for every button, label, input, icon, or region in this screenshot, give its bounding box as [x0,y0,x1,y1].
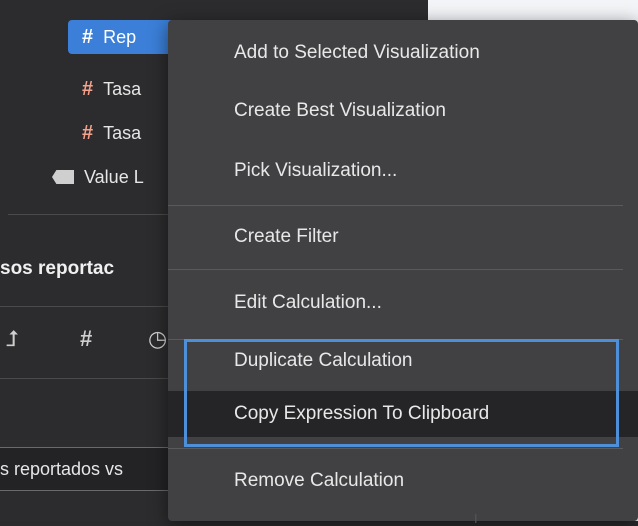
calc-hash-icon: # [82,121,94,144]
menu-item-duplicate-calculation[interactable]: Duplicate Calculation [168,338,638,384]
field-label: Rep [103,26,137,47]
number-icon[interactable]: # [80,326,92,352]
clock-icon[interactable]: ◷ [148,326,167,352]
field-label: Tasa [103,78,142,99]
field-item[interactable]: Value L [52,160,144,194]
menu-separator [168,205,623,206]
menu-item-copy-expression-to-clipboard[interactable]: Copy Expression To Clipboard [168,391,638,437]
expression-text: s reportados vs [0,458,124,479]
pivot-icon[interactable]: ⮥ [6,326,19,352]
menu-item-add-to-selected-visualization[interactable]: Add to Selected Visualization [168,30,638,76]
menu-item-create-filter[interactable]: Create Filter [168,214,638,260]
text-cursor-icon: Ⅰ [474,512,478,526]
tag-icon [52,170,74,184]
menu-item-pick-visualization[interactable]: Pick Visualization... [168,148,638,194]
section-title: sos reportac [0,258,115,279]
field-item[interactable]: # Tasa [82,72,141,106]
calc-hash-icon: # [82,77,94,100]
menu-item-remove-calculation[interactable]: Remove Calculation [168,458,638,504]
menu-separator [168,269,623,270]
hash-icon: # [82,25,94,48]
field-label: Tasa [103,122,142,143]
menu-item-create-best-visualization[interactable]: Create Best Visualization [168,88,638,134]
menu-separator [168,448,623,449]
menu-item-edit-calculation[interactable]: Edit Calculation... [168,280,638,326]
context-menu: Add to Selected Visualization Create Bes… [168,20,638,521]
field-item[interactable]: # Tasa [82,116,141,150]
field-label: Value L [84,166,144,187]
